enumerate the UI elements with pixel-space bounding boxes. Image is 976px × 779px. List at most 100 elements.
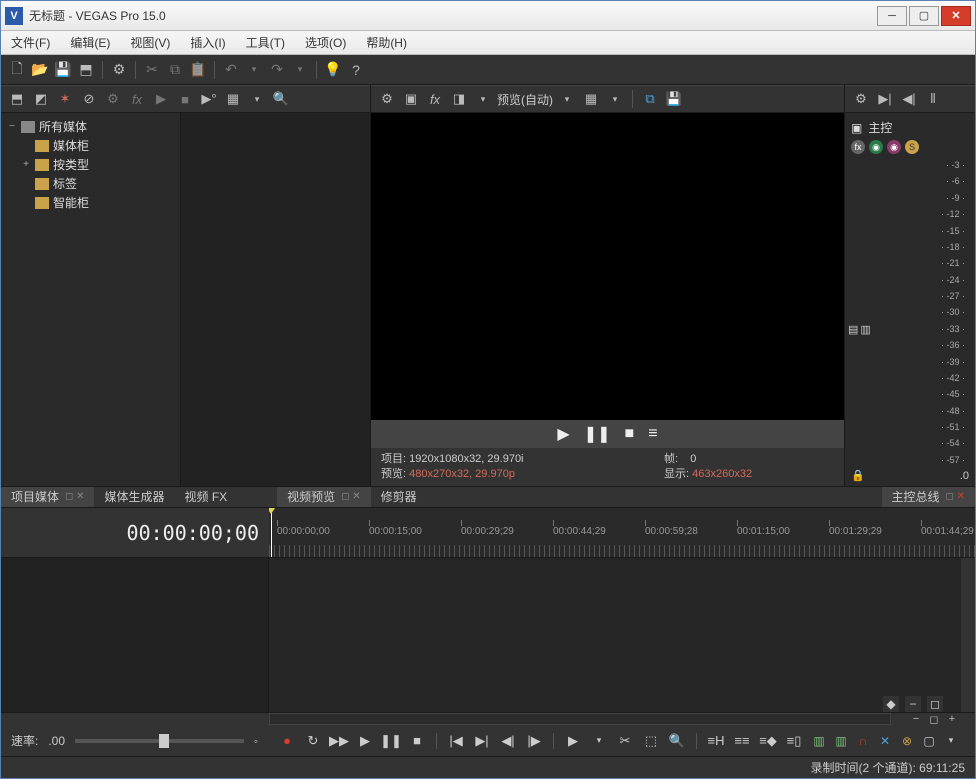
- lock-icon[interactable]: 🔒: [851, 469, 865, 482]
- menu-view[interactable]: 视图(V): [120, 31, 180, 55]
- play-media-icon[interactable]: ▶: [151, 89, 171, 109]
- tip-icon[interactable]: 💡: [323, 60, 343, 80]
- track-headers[interactable]: [1, 558, 269, 712]
- tree-item[interactable]: + 按类型: [1, 155, 180, 174]
- remove-icon[interactable]: ⊘: [79, 89, 99, 109]
- quantize-icon[interactable]: ✕: [877, 733, 893, 749]
- zoom-in-icon[interactable]: +: [945, 713, 959, 725]
- new-icon[interactable]: 🗋: [7, 60, 27, 80]
- media-fx-icon[interactable]: fx: [127, 89, 147, 109]
- copy-icon[interactable]: ⧉: [165, 60, 185, 80]
- go-end-icon[interactable]: ▶|: [473, 732, 491, 750]
- auto-crossfade-icon[interactable]: ⊗: [899, 733, 915, 749]
- play-start-icon[interactable]: ▶▶: [330, 732, 348, 750]
- auto-preview-icon[interactable]: ▶°: [199, 89, 219, 109]
- redo-icon[interactable]: ↷: [267, 60, 287, 80]
- menu-file[interactable]: 文件(F): [1, 31, 60, 55]
- prev-frame-icon[interactable]: ◀|: [499, 732, 517, 750]
- capture-icon[interactable]: ◩: [31, 89, 51, 109]
- menu-help[interactable]: 帮助(H): [356, 31, 417, 55]
- zoom-fit-icon[interactable]: ◻: [927, 713, 941, 725]
- search-icon[interactable]: 🔍: [271, 89, 291, 109]
- master-plugin3-icon[interactable]: S: [905, 140, 919, 154]
- open-icon[interactable]: 📂: [30, 60, 50, 80]
- close-button[interactable]: ✕: [941, 6, 971, 26]
- select-icon[interactable]: ⬚: [642, 732, 660, 750]
- master-plugin2-icon[interactable]: ◉: [887, 140, 901, 154]
- menu-edit[interactable]: 编辑(E): [60, 31, 120, 55]
- timecode-display[interactable]: 00:00:00;00: [1, 508, 269, 557]
- snap-marker-icon[interactable]: ≡◆: [759, 732, 777, 750]
- master-props-icon[interactable]: ⚙: [851, 89, 871, 109]
- tab-video-fx[interactable]: 视频 FX: [175, 487, 238, 507]
- rate-reset-icon[interactable]: ◦: [254, 734, 258, 748]
- ext-monitor-icon[interactable]: ▣: [401, 89, 421, 109]
- auto-ripple-icon[interactable]: ▥: [811, 733, 827, 749]
- pin-icon[interactable]: ◻ ✕: [946, 486, 965, 508]
- stop-icon[interactable]: ■: [408, 732, 426, 750]
- track-area[interactable]: ◆ − ◻: [269, 558, 961, 712]
- menu-insert[interactable]: 插入(I): [180, 31, 235, 55]
- master-meter[interactable]: -3 ·-6 ·-9 ·-12 ·-15 ·-18 ·-21 ·-24 ·-27…: [851, 160, 969, 465]
- paste-icon[interactable]: 📋: [188, 60, 208, 80]
- tab-master-bus[interactable]: 主控总线◻ ✕: [882, 487, 976, 507]
- normal-edit-icon[interactable]: ▶: [564, 732, 582, 750]
- insert-bus-icon[interactable]: ▶|: [875, 89, 895, 109]
- vertical-scrollbar[interactable]: [961, 558, 975, 712]
- fit-icon[interactable]: ◻: [927, 696, 943, 712]
- titlebar[interactable]: V 无标题 - VEGAS Pro 15.0 ─ ▢ ✕: [1, 1, 975, 31]
- loop-icon[interactable]: ↻: [304, 732, 322, 750]
- pause-icon[interactable]: ❚❚: [382, 732, 400, 750]
- menu-tools[interactable]: 工具(T): [236, 31, 295, 55]
- snap-enable-icon[interactable]: ∩: [855, 733, 871, 749]
- undo-dd-icon[interactable]: ▾: [244, 60, 264, 80]
- cut-icon[interactable]: ✂: [142, 60, 162, 80]
- master-plugin1-icon[interactable]: ◉: [869, 140, 883, 154]
- undo-icon[interactable]: ↶: [221, 60, 241, 80]
- stop-media-icon[interactable]: ■: [175, 89, 195, 109]
- menu-icon[interactable]: ≡: [648, 425, 657, 443]
- save-snapshot-icon[interactable]: 💾: [664, 89, 684, 109]
- record-icon[interactable]: ●: [278, 732, 296, 750]
- media-content[interactable]: [181, 113, 370, 486]
- overlay-icon[interactable]: ▦: [581, 89, 601, 109]
- pin-icon[interactable]: ◻ ✕: [341, 486, 360, 508]
- timeline-ruler[interactable]: 00:00:00;0000:00:15;0000:00:29;2900:00:4…: [269, 508, 975, 557]
- master-fx-icon[interactable]: fx: [851, 140, 865, 154]
- minus-icon[interactable]: −: [905, 696, 921, 712]
- split-screen-icon[interactable]: ◨: [449, 89, 469, 109]
- meter-split2-icon[interactable]: ▥: [860, 323, 870, 336]
- minimize-button[interactable]: ─: [877, 6, 907, 26]
- video-fx-icon[interactable]: fx: [425, 89, 445, 109]
- media-props-icon[interactable]: ⚙: [103, 89, 123, 109]
- pin-icon[interactable]: ◻ ✕: [65, 486, 84, 508]
- zoom-out-icon[interactable]: −: [909, 713, 923, 725]
- save-icon[interactable]: 💾: [53, 60, 73, 80]
- redo-dd-icon[interactable]: ▾: [290, 60, 310, 80]
- next-frame-icon[interactable]: |▶: [525, 732, 543, 750]
- pause-icon[interactable]: ❚❚: [584, 424, 611, 444]
- split-dd-icon[interactable]: ▾: [473, 89, 493, 109]
- get-media-icon[interactable]: ✶: [55, 89, 75, 109]
- play-icon[interactable]: ▶: [356, 732, 374, 750]
- media-tree[interactable]: − 所有媒体 媒体柜 + 按类型 标签: [1, 113, 181, 486]
- overlay-dd-icon[interactable]: ▾: [605, 89, 625, 109]
- auto-save-dd-icon[interactable]: ▾: [943, 733, 959, 749]
- import-icon[interactable]: ⬒: [7, 89, 27, 109]
- master-expand-icon[interactable]: ▣: [851, 121, 862, 135]
- auto-save-icon[interactable]: ▢: [921, 733, 937, 749]
- preview-props-icon[interactable]: ⚙: [377, 89, 397, 109]
- views-dd-icon[interactable]: ▾: [247, 89, 267, 109]
- rate-slider[interactable]: [75, 739, 244, 743]
- maximize-button[interactable]: ▢: [909, 6, 939, 26]
- lock-env-icon[interactable]: ▥: [833, 733, 849, 749]
- snap-all-icon[interactable]: ≡▯: [785, 732, 803, 750]
- go-start-icon[interactable]: |◀: [447, 732, 465, 750]
- views-icon[interactable]: ▦: [223, 89, 243, 109]
- copy-snapshot-icon[interactable]: ⧉: [640, 89, 660, 109]
- tab-video-preview[interactable]: 视频预览◻ ✕: [277, 487, 370, 507]
- snap-offset-icon[interactable]: ≡H: [707, 732, 725, 750]
- help-icon[interactable]: ?: [346, 60, 366, 80]
- tree-item[interactable]: 标签: [1, 174, 180, 193]
- zoom-icon[interactable]: 🔍: [668, 732, 686, 750]
